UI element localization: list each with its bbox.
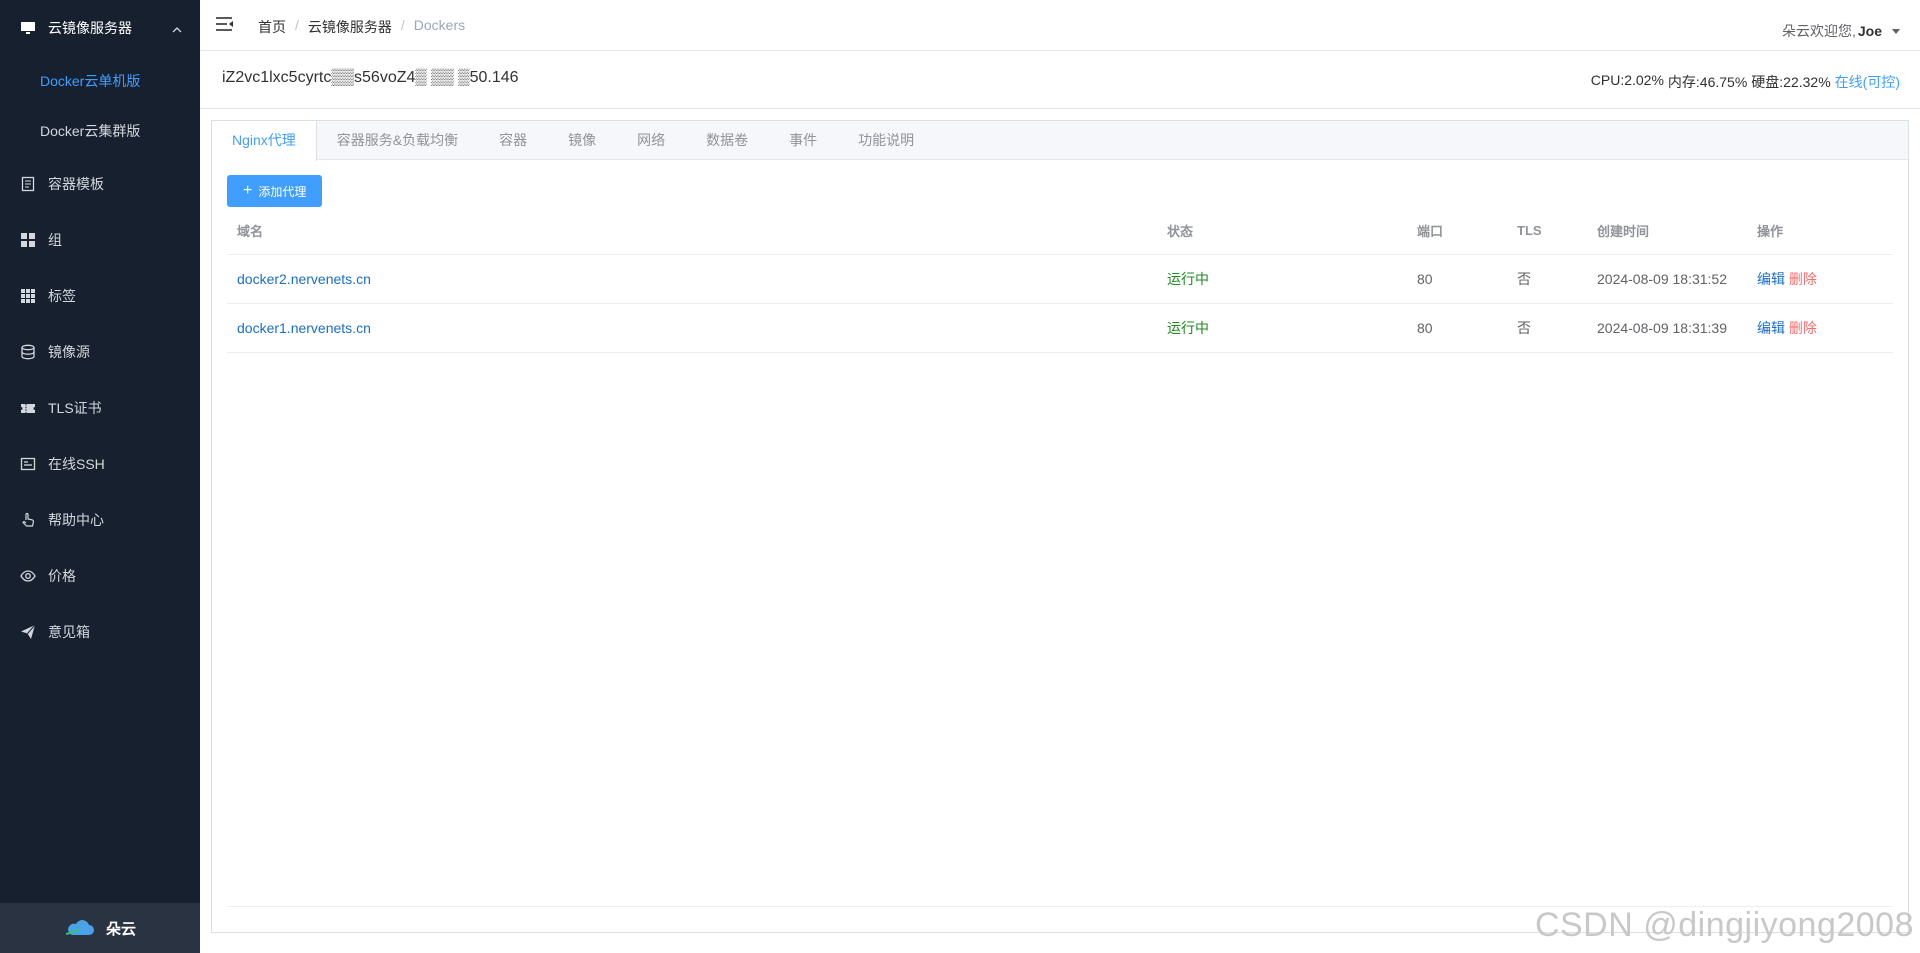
sidebar-item-label: 镜像源 <box>48 344 90 360</box>
sidebar-footer-brand[interactable]: 朵云 <box>0 903 200 953</box>
apps-icon <box>20 288 36 304</box>
table-row: docker2.nervenets.cn 运行中 80 否 2024-08-09… <box>227 254 1893 304</box>
app-root: 云镜像服务器 Docker云单机版 Docker云集群版 容器模板 组 标签 镜… <box>0 0 1920 953</box>
hand-icon <box>20 512 36 528</box>
cloud-logo-icon <box>65 920 94 935</box>
domain-link[interactable]: docker2.nervenets.cn <box>237 271 371 287</box>
tab-bar: Nginx代理 容器服务&负载均衡 容器 镜像 网络 数据卷 事件 功能说明 <box>211 121 1908 161</box>
monitor-icon <box>20 20 36 36</box>
document-icon <box>20 176 36 192</box>
sidebar-item-group[interactable]: 组 <box>0 212 200 268</box>
sidebar-item-feedback[interactable]: 意见箱 <box>0 604 200 660</box>
add-proxy-label: 添加代理 <box>258 184 307 199</box>
column-header-port: 端口 <box>1407 208 1507 255</box>
greeting-text: 朵云欢迎您, <box>1781 23 1856 39</box>
chevron-up-icon <box>172 21 182 37</box>
sidebar-item-help-center[interactable]: 帮助中心 <box>0 492 200 548</box>
watermark: CSDN @dingjiyong2008 <box>1534 906 1914 944</box>
sidebar-item-tls-cert[interactable]: TLS证书 <box>0 380 200 436</box>
sidebar-item-label: 组 <box>48 232 62 248</box>
column-header-domain: 域名 <box>227 208 1157 255</box>
sidebar-item-image-source[interactable]: 镜像源 <box>0 324 200 380</box>
sidebar-item-label: 价格 <box>48 568 76 584</box>
delete-link[interactable]: 删除 <box>1789 320 1817 336</box>
disk-usage: 硬盘:22.32% <box>1751 74 1831 90</box>
sidebar-item-docker-single[interactable]: Docker云单机版 <box>0 56 200 106</box>
edit-link[interactable]: 编辑 <box>1757 271 1785 287</box>
tab-network[interactable]: 网络 <box>617 121 686 160</box>
table-row: docker1.nervenets.cn 运行中 80 否 2024-08-09… <box>227 303 1893 353</box>
database-icon <box>20 344 36 360</box>
sidebar-item-label: 意见箱 <box>48 624 90 640</box>
tab-volumes[interactable]: 数据卷 <box>686 121 769 160</box>
sidebar: 云镜像服务器 Docker云单机版 Docker云集群版 容器模板 组 标签 镜… <box>0 0 200 953</box>
delete-link[interactable]: 删除 <box>1789 271 1817 287</box>
eye-icon <box>20 568 36 584</box>
ticket-icon <box>20 400 36 416</box>
breadcrumb: 首页 / 云镜像服务器 / Dockers <box>258 17 465 37</box>
sidebar-item-label: Docker云单机版 <box>40 73 141 89</box>
table-header-row: 域名 状态 端口 TLS 创建时间 操作 <box>227 208 1893 255</box>
column-header-status: 状态 <box>1157 208 1407 255</box>
breadcrumb-separator: / <box>400 17 405 33</box>
port-value: 80 <box>1417 319 1433 336</box>
sidebar-group-cloud-image-server[interactable]: 云镜像服务器 <box>0 0 200 56</box>
edit-link[interactable]: 编辑 <box>1757 320 1785 336</box>
created-time: 2024-08-09 18:31:39 <box>1597 319 1727 336</box>
column-header-tls: TLS <box>1507 208 1587 255</box>
tls-value: 否 <box>1517 319 1531 336</box>
tab-feature-description[interactable]: 功能说明 <box>838 121 935 160</box>
breadcrumb-home[interactable]: 首页 <box>258 17 286 37</box>
sidebar-item-label: 容器模板 <box>48 176 104 192</box>
port-value: 80 <box>1417 270 1433 287</box>
sidebar-item-label: Docker云集群版 <box>40 123 141 139</box>
tls-value: 否 <box>1517 270 1531 287</box>
breadcrumb-separator: / <box>295 17 299 33</box>
sidebar-item-online-ssh[interactable]: 在线SSH <box>0 436 200 492</box>
menu-toggle-icon[interactable] <box>216 16 234 32</box>
add-proxy-button[interactable]: + 添加代理 <box>227 175 323 207</box>
sidebar-item-label: 在线SSH <box>48 456 105 472</box>
tab-images[interactable]: 镜像 <box>548 121 617 160</box>
domain-link[interactable]: docker1.nervenets.cn <box>237 320 371 336</box>
cpu-usage: CPU:2.02% <box>1590 72 1664 88</box>
sidebar-item-tags[interactable]: 标签 <box>0 268 200 324</box>
sidebar-item-label: 标签 <box>48 288 76 304</box>
memory-usage: 内存:46.75% <box>1667 74 1748 90</box>
send-icon <box>20 624 36 640</box>
column-header-created: 创建时间 <box>1587 208 1747 255</box>
brand-name: 朵云 <box>105 920 136 938</box>
breadcrumb-dockers: Dockers <box>413 17 466 33</box>
sidebar-group-label: 云镜像服务器 <box>48 20 132 36</box>
tab-nginx-proxy[interactable]: Nginx代理 <box>211 121 317 161</box>
user-menu[interactable]: 朵云欢迎您, Joe <box>1782 21 1900 41</box>
proxy-table: 域名 状态 端口 TLS 创建时间 操作 docker2.nervenets.c… <box>227 208 1893 353</box>
plus-icon: + <box>243 182 253 199</box>
server-name: iZ2vc1lxc5cyrtc▒▒s56voZ4▒ ▒▒ ▒50.146 <box>222 69 519 86</box>
column-header-actions: 操作 <box>1747 208 1893 255</box>
server-status-link[interactable]: 在线(可控) <box>1835 72 1900 92</box>
sidebar-item-docker-cluster[interactable]: Docker云集群版 <box>0 106 200 156</box>
sidebar-item-container-template[interactable]: 容器模板 <box>0 156 200 212</box>
created-time: 2024-08-09 18:31:52 <box>1597 270 1727 287</box>
tabs-card: Nginx代理 容器服务&负载均衡 容器 镜像 网络 数据卷 事件 功能说明 +… <box>211 120 1909 933</box>
tab-container-service-lb[interactable]: 容器服务&负载均衡 <box>317 121 479 160</box>
tab-containers[interactable]: 容器 <box>479 121 548 160</box>
sidebar-item-label: TLS证书 <box>48 400 102 416</box>
tab-panel-nginx-proxy: + 添加代理 域名 状态 端口 TLS 创建时间 操作 docker2.nerv… <box>212 160 1908 907</box>
sidebar-item-price[interactable]: 价格 <box>0 548 200 604</box>
tab-events[interactable]: 事件 <box>769 121 838 160</box>
sidebar-item-label: 帮助中心 <box>48 512 104 528</box>
breadcrumb-cloud-image-server[interactable]: 云镜像服务器 <box>308 17 392 37</box>
status-text: 运行中 <box>1167 270 1209 287</box>
server-info-bar: iZ2vc1lxc5cyrtc▒▒s56voZ4▒ ▒▒ ▒50.146 CPU… <box>200 51 1920 109</box>
caret-down-icon <box>1892 28 1900 34</box>
username: Joe <box>1857 23 1882 39</box>
status-text: 运行中 <box>1167 319 1209 336</box>
terminal-icon <box>20 456 36 472</box>
grid-icon <box>20 232 36 248</box>
top-header: 首页 / 云镜像服务器 / Dockers 朵云欢迎您, Joe <box>200 0 1920 51</box>
server-stats: CPU:2.02% 内存:46.75% 硬盘:22.32% 在线(可控) <box>1587 72 1900 92</box>
